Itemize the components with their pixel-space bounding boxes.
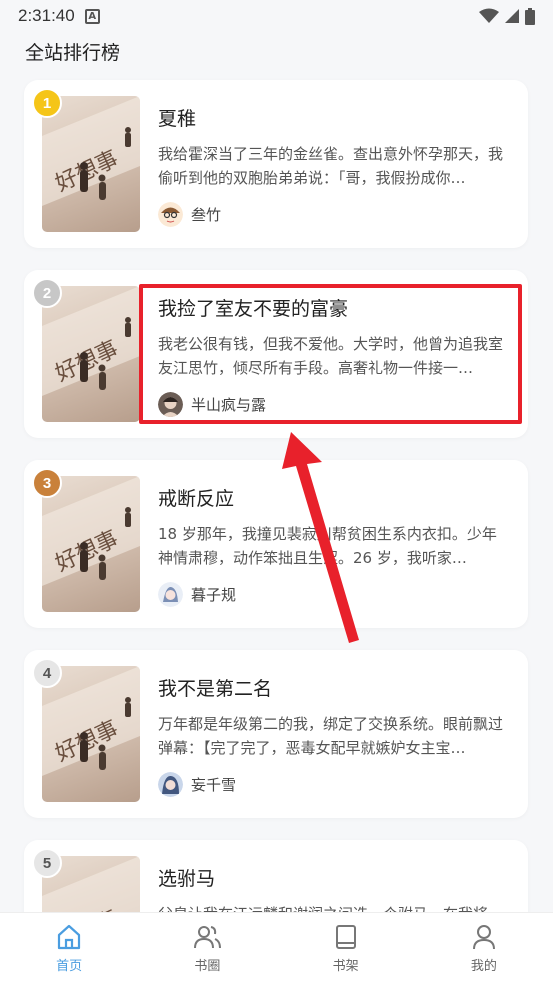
nav-bookshelf-label: 书架	[332, 959, 359, 974]
bottom-nav: 首页 书圈 书架 我的	[0, 912, 553, 984]
anime-avatar-icon	[158, 582, 183, 607]
battery-icon	[525, 7, 535, 25]
book-title[interactable]: 夏稚	[158, 104, 196, 131]
book-icon	[335, 925, 356, 949]
rank-badge: 1	[32, 88, 62, 118]
users-icon	[194, 926, 222, 949]
ranking-item-4[interactable]: 4 好想事 我不是第二名 万年都是年级第二的我，绑定了交换系统。眼前飘过弹幕：【…	[24, 650, 528, 818]
cartoon-avatar-icon	[158, 202, 183, 227]
ranking-item-1[interactable]: 1 好想事 夏稚 我给霍深当了三年的金丝雀。查出意外怀孕那天，我偷听到他的双胞胎…	[24, 80, 528, 248]
author[interactable]: 暮子规	[158, 582, 236, 607]
author[interactable]: 妄千雪	[158, 772, 236, 797]
author-name: 暮子规	[191, 586, 237, 604]
book-title[interactable]: 选驸马	[158, 864, 215, 891]
rank-badge: 2	[32, 278, 62, 308]
book-cover[interactable]: 好想事	[42, 286, 140, 422]
nav-profile-label: 我的	[470, 959, 497, 974]
author-name: 妄千雪	[191, 776, 237, 794]
anime-avatar-icon	[158, 772, 183, 797]
ranking-list: 1 好想事 夏稚 我给霍深当了三年的金丝雀。查出意外怀孕那天，我偷听到他的双胞胎…	[24, 80, 528, 984]
book-cover[interactable]: 好想事	[42, 96, 140, 232]
rank-badge: 5	[32, 848, 62, 878]
page-title: 全站排行榜	[25, 42, 121, 64]
author[interactable]: 叁竹	[158, 202, 221, 227]
notification-icon: A	[84, 8, 100, 24]
book-description: 万年都是年级第二的我，绑定了交换系统。眼前飘过弹幕：【完了完了，恶毒女配早就嫉妒…	[158, 715, 504, 757]
book-cover[interactable]: 好想事	[42, 476, 140, 612]
status-bar: 2:31:40 A	[0, 0, 553, 32]
book-title[interactable]: 我捡了室友不要的富豪	[158, 294, 348, 321]
book-cover[interactable]: 好想事	[42, 666, 140, 802]
rank-badge: 4	[32, 658, 62, 688]
user-icon	[472, 925, 495, 950]
home-icon	[58, 924, 81, 950]
author-name: 半山疯与露	[191, 396, 267, 414]
nav-circle-label: 书圈	[194, 959, 221, 974]
nav-home[interactable]: 首页	[0, 913, 138, 984]
book-description: 18 岁那年，我撞见裴寂川帮贫困生系内衣扣。少年神情肃穆，动作笨拙且生涩。26 …	[158, 525, 497, 567]
author[interactable]: 半山疯与露	[158, 392, 266, 417]
book-description: 我给霍深当了三年的金丝雀。查出意外怀孕那天，我偷听到他的双胞胎弟弟说：「哥，我假…	[158, 145, 504, 187]
author-name: 叁竹	[191, 206, 222, 224]
status-time: 2:31:40	[18, 6, 75, 25]
wifi-icon	[479, 8, 499, 23]
portrait-avatar-icon	[158, 392, 183, 417]
nav-circle[interactable]: 书圈	[138, 913, 276, 984]
nav-home-label: 首页	[56, 959, 83, 974]
book-title[interactable]: 我不是第二名	[158, 674, 272, 701]
nav-profile[interactable]: 我的	[415, 913, 553, 984]
book-title[interactable]: 戒断反应	[158, 484, 234, 511]
ranking-item-3[interactable]: 3 好想事 戒断反应 18 岁那年，我撞见裴寂川帮贫困生系内衣扣。少年神情肃穆，…	[24, 460, 528, 628]
signal-icon	[505, 9, 519, 23]
ranking-item-2[interactable]: 2 好想事 我捡了室友不要的富豪 我老公很有钱，但我不爱他。大学时，他曾为追我室…	[24, 270, 528, 438]
book-description: 我老公很有钱，但我不爱他。大学时，他曾为追我室友江思竹，倾尽所有手段。高奢礼物一…	[158, 335, 504, 377]
rank-badge: 3	[32, 468, 62, 498]
nav-bookshelf[interactable]: 书架	[277, 913, 415, 984]
